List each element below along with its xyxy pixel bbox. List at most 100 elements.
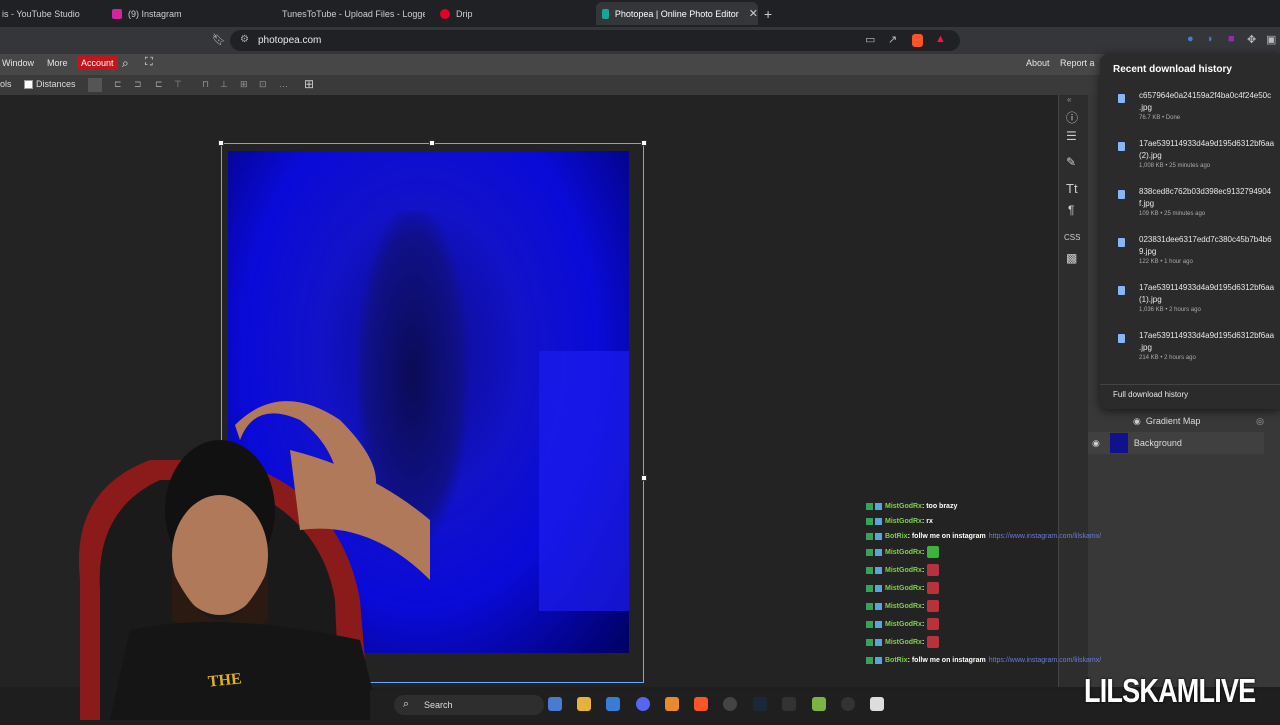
chat-username: MistGodRx <box>885 566 922 574</box>
badge-icon <box>875 656 882 664</box>
download-icon[interactable] <box>88 78 102 92</box>
badge-icon <box>866 566 873 574</box>
download-item[interactable]: 17ae539114933d4a9d195d6312bf6aa .jpg 214… <box>1100 330 1280 378</box>
menu-report[interactable]: Report a <box>1060 58 1095 68</box>
brave-rewards-icon[interactable]: ▲ <box>935 33 946 45</box>
close-tab-icon[interactable]: ✕ <box>749 7 758 20</box>
account-button[interactable]: Account <box>77 56 118 70</box>
brave-shield-icon[interactable] <box>912 34 923 47</box>
paragraph-icon[interactable]: ¶ <box>1068 203 1074 217</box>
shirt-text: THE <box>207 670 243 691</box>
more-icon[interactable]: … <box>279 79 288 89</box>
download-item[interactable]: 17ae539114933d4a9d195d6312bf6aa (2).jpg … <box>1100 138 1280 186</box>
distribute-icon[interactable]: ⊞ <box>240 79 248 90</box>
url-field[interactable]: ⚙︎ photopea.com <box>230 30 960 51</box>
handle-top-center[interactable] <box>429 140 435 146</box>
app-icon[interactable] <box>665 697 679 711</box>
align-top-icon[interactable]: ⊤ <box>174 79 182 90</box>
download-item[interactable]: c657964e0a24159a2f4ba0c4f24e50c .jpg 76.… <box>1100 90 1280 138</box>
tab-drip[interactable]: Drip <box>434 2 589 25</box>
search-icon[interactable]: ⌕ <box>122 56 129 71</box>
align-bottom-icon[interactable]: ⊥ <box>220 79 228 90</box>
chat-message: MistGodRx: <box>866 636 940 648</box>
align-center-icon[interactable]: ⊐ <box>134 79 142 90</box>
distribute-h-icon[interactable]: ⊡ <box>259 79 267 90</box>
image-icon[interactable]: ▩ <box>1066 251 1077 265</box>
steam-icon[interactable] <box>753 697 767 711</box>
tab-instagram[interactable]: (9) Instagram <box>104 2 264 25</box>
file-explorer-icon[interactable] <box>577 697 591 711</box>
address-bar: 🔖︎ ⚙︎ photopea.com ▭ ↗ ▲ ● ◗ ■ ✥ ▣ <box>0 27 1280 54</box>
menu-more[interactable]: More <box>47 58 68 68</box>
align-right-icon[interactable]: ⊏ <box>155 79 163 90</box>
download-item[interactable]: 838ced8c762b03d398ec9132794904 f.jpg 109… <box>1100 186 1280 234</box>
distances-checkbox[interactable] <box>24 80 33 89</box>
extensions-puzzle-icon[interactable]: ✥ <box>1247 33 1256 46</box>
badge-icon <box>866 638 873 646</box>
tab-label: TunesToTube - Upload Files - Logged In <box>282 8 425 19</box>
sidebar-icon[interactable]: ▣ <box>1266 33 1276 46</box>
align-middle-icon[interactable]: ⊓ <box>202 79 209 90</box>
tab-label: is - YouTube Studio <box>2 8 80 19</box>
layer-background[interactable]: ◉ Background <box>1088 432 1264 454</box>
badge-icon <box>866 602 873 610</box>
download-item[interactable]: 023831dee6317edd7c380c45b7b4b6 9.jpg 122… <box>1100 234 1280 282</box>
align-left-icon[interactable]: ⊏ <box>114 79 122 90</box>
badge-icon <box>875 566 882 574</box>
handle-top-right[interactable] <box>641 140 647 146</box>
layer-gradient-map[interactable]: ◉ Gradient Map ◎ <box>1088 410 1264 432</box>
download-meta: 1,036 KB • 2 hours ago <box>1139 307 1201 313</box>
bookmark-icon[interactable]: 🔖︎ <box>212 33 226 46</box>
taskbar-search[interactable]: ⌕ Search <box>394 695 544 715</box>
app-icon[interactable] <box>812 697 826 711</box>
screen-icon[interactable]: ▭ <box>865 33 875 46</box>
obs-icon[interactable] <box>723 697 737 711</box>
discord-icon[interactable] <box>636 697 650 711</box>
new-tab-button[interactable]: + <box>764 6 772 22</box>
handle-top-left[interactable] <box>218 140 224 146</box>
badge-icon <box>866 620 873 628</box>
app-icon[interactable] <box>870 697 884 711</box>
4k-icon[interactable] <box>841 697 855 711</box>
fullscreen-icon[interactable]: ⛶ <box>145 56 153 69</box>
copilot-icon[interactable] <box>548 697 562 711</box>
info-icon[interactable]: ⓘ <box>1066 109 1078 126</box>
share-icon[interactable]: ↗ <box>888 33 897 46</box>
chat-link[interactable]: https://www.instagram.com/lilskamx/ <box>989 533 1101 540</box>
layer-options-icon[interactable]: ◎ <box>1256 416 1264 427</box>
brave-icon[interactable] <box>694 697 708 711</box>
download-filename: c657964e0a24159a2f4ba0c4f24e50c .jpg <box>1139 91 1272 112</box>
tab-label: Photopea | Online Photo Editor <box>614 8 739 19</box>
chat-username: MistGodRx <box>885 638 922 646</box>
store-icon[interactable] <box>606 697 620 711</box>
download-item[interactable]: 17ae539114933d4a9d195d6312bf6aa (1).jpg … <box>1100 282 1280 330</box>
badge-icon <box>875 602 882 610</box>
handle-middle-right[interactable] <box>641 475 647 481</box>
css-icon[interactable]: CSS <box>1064 233 1080 242</box>
character-icon[interactable]: Tt <box>1066 181 1078 196</box>
extension-icon[interactable]: ■ <box>1228 33 1235 45</box>
chat-emote <box>927 600 940 612</box>
tab-photopea[interactable]: Photopea | Online Photo Editor ✕ <box>596 2 758 25</box>
menu-about[interactable]: About <box>1026 58 1050 68</box>
photopea-menubar: Window More Account ⌕ ⛶ About Report a <box>0 54 1280 75</box>
brush-icon[interactable]: ✎ <box>1066 155 1076 169</box>
visibility-eye-icon[interactable]: ◉ <box>1133 416 1141 427</box>
chat-text: : <box>921 584 925 592</box>
collapse-icon[interactable]: « <box>1067 95 1071 104</box>
pinterest-icon <box>440 8 450 19</box>
properties-icon[interactable]: ☰ <box>1066 129 1077 143</box>
tab-youtube-studio[interactable]: is - YouTube Studio <box>0 2 95 25</box>
download-meta: 109 KB • 25 minutes ago <box>1139 211 1206 217</box>
extension-icon[interactable]: ● <box>1187 33 1194 45</box>
menu-window[interactable]: Window <box>2 58 34 68</box>
app-icon[interactable] <box>782 697 796 711</box>
visibility-eye-icon[interactable]: ◉ <box>1092 438 1100 449</box>
badge-icon <box>866 548 873 556</box>
full-download-history-link[interactable]: Full download history <box>1113 390 1188 399</box>
tab-tunestotube[interactable]: TunesToTube - Upload Files - Logged In <box>270 2 425 25</box>
extension-icon[interactable]: ◗ <box>1207 33 1214 45</box>
chat-link[interactable]: https://www.instagram.com/lilskamx/ <box>989 657 1101 664</box>
grid-icon[interactable]: ⊞ <box>304 77 314 91</box>
site-info-icon[interactable]: ⚙︎ <box>240 34 249 45</box>
